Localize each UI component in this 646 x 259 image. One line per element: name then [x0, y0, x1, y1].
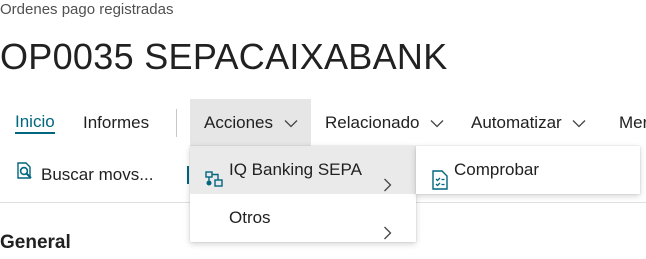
- chevron-right-icon: [383, 211, 392, 259]
- acciones-menu: IQ Banking SEPA Otros: [190, 146, 416, 242]
- tab-separator: [176, 109, 177, 137]
- tab-more-label: Mer: [619, 113, 646, 132]
- section-general-title[interactable]: General: [0, 232, 71, 254]
- page-title: OP0035 SEPACAIXABANK: [0, 36, 448, 77]
- tab-informes[interactable]: Informes: [83, 99, 149, 147]
- tab-relacionado-label: Relacionado: [325, 113, 420, 132]
- tab-relacionado[interactable]: Relacionado: [325, 99, 444, 147]
- breadcrumb[interactable]: Ordenes pago registradas: [0, 1, 173, 18]
- tab-acciones-label: Acciones: [204, 113, 273, 132]
- buscar-movs-label: Buscar movs...: [41, 165, 154, 184]
- menu-item-comprobar-label: Comprobar: [454, 160, 540, 179]
- tab-automatizar[interactable]: Automatizar: [471, 99, 586, 147]
- chevron-down-icon: [430, 119, 444, 128]
- tab-automatizar-label: Automatizar: [471, 113, 562, 132]
- checklist-document-icon: [431, 161, 449, 209]
- menu-item-comprobar[interactable]: Comprobar: [416, 146, 640, 194]
- tab-more[interactable]: Mer: [619, 99, 646, 147]
- toolbar-marker: [187, 166, 189, 184]
- tab-informes-label: Informes: [83, 113, 150, 132]
- menu-item-iq-banking-sepa-label: IQ Banking SEPA: [229, 160, 362, 179]
- search-document-icon: [15, 153, 35, 199]
- menu-item-otros-label: Otros: [229, 208, 271, 227]
- menu-item-iq-banking-sepa[interactable]: IQ Banking SEPA: [190, 146, 416, 194]
- buscar-movs-button[interactable]: Buscar movs...: [15, 152, 153, 198]
- tab-acciones[interactable]: Acciones: [190, 99, 311, 147]
- tab-inicio-label: Inicio: [15, 113, 55, 135]
- action-tabs: Inicio Informes Acciones Relacionado Aut…: [0, 99, 646, 147]
- chevron-down-icon: [284, 119, 298, 128]
- iq-banking-submenu: Comprobar: [416, 146, 640, 194]
- tab-inicio[interactable]: Inicio: [15, 99, 55, 147]
- menu-item-otros[interactable]: Otros: [190, 194, 416, 242]
- chevron-down-icon: [572, 119, 586, 128]
